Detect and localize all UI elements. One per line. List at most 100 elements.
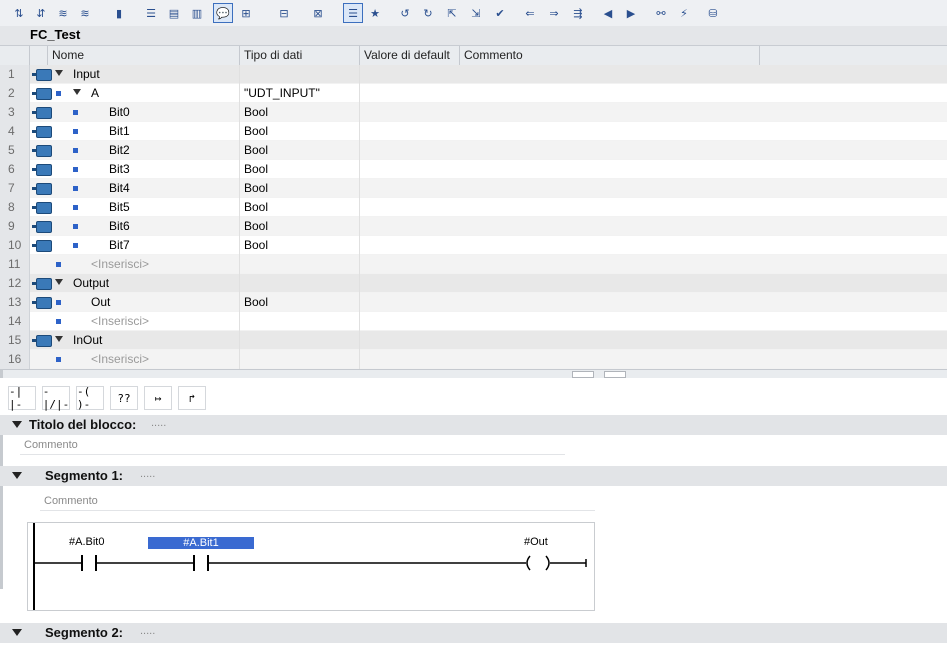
- clear-row-icon[interactable]: ≋: [76, 4, 94, 22]
- name-cell[interactable]: A: [91, 84, 240, 103]
- block-title-value[interactable]: .....: [151, 417, 166, 429]
- type-cell[interactable]: Bool: [240, 122, 360, 141]
- table-row[interactable]: 5 Bit2 Bool: [0, 141, 947, 160]
- collapse-icon[interactable]: [12, 421, 22, 428]
- segment-2-header[interactable]: Segmento 2: .....: [0, 623, 947, 643]
- download-icon[interactable]: ⇲: [467, 4, 485, 22]
- compare-offline-icon[interactable]: ↻: [419, 4, 437, 22]
- monitoring-icon[interactable]: ⚯: [652, 4, 670, 22]
- name-cell[interactable]: Bit1: [109, 122, 240, 141]
- open-branch-button[interactable]: ↦: [144, 386, 172, 410]
- database-icon[interactable]: ⛁: [704, 4, 722, 22]
- table-row[interactable]: 8 Bit5 Bool: [0, 198, 947, 217]
- absolute-address-icon[interactable]: ⊟: [275, 4, 293, 22]
- splitter-down-handle[interactable]: [604, 371, 626, 378]
- table-row[interactable]: 2 A "UDT_INPUT": [0, 84, 947, 103]
- compare-icon[interactable]: ↺: [396, 4, 414, 22]
- name-column-header[interactable]: Nome: [48, 46, 240, 65]
- comment-column-header[interactable]: Commento: [460, 46, 760, 65]
- segment-1-comment[interactable]: Commento: [40, 491, 595, 511]
- block-comment[interactable]: Commento: [20, 435, 565, 455]
- type-cell[interactable]: [240, 65, 360, 84]
- close-branch-button[interactable]: ↱: [178, 386, 206, 410]
- insert-row-icon[interactable]: ⇅: [10, 4, 28, 22]
- name-cell[interactable]: Bit5: [109, 198, 240, 217]
- insert-placeholder[interactable]: <Inserisci>: [91, 255, 240, 274]
- table-row[interactable]: 13 Out Bool: [0, 293, 947, 312]
- type-cell[interactable]: Bool: [240, 179, 360, 198]
- collapse-icon[interactable]: [55, 336, 63, 342]
- table-row[interactable]: 3 Bit0 Bool: [0, 103, 947, 122]
- contact-1-operand[interactable]: #A.Bit0: [69, 536, 104, 548]
- type-cell[interactable]: Bool: [240, 198, 360, 217]
- table-row[interactable]: 4 Bit1 Bool: [0, 122, 947, 141]
- name-cell[interactable]: Bit3: [109, 160, 240, 179]
- monitor-icon[interactable]: ▮: [110, 4, 128, 22]
- table-row[interactable]: 15 InOut: [0, 331, 947, 350]
- bookmark-prev-icon[interactable]: ◀: [599, 4, 617, 22]
- network-view-icon[interactable]: ▥: [188, 4, 206, 22]
- collapse-icon[interactable]: [55, 279, 63, 285]
- delete-row-icon[interactable]: ≋: [54, 4, 72, 22]
- tag-info-icon[interactable]: ⊠: [309, 4, 327, 22]
- name-cell[interactable]: Bit7: [109, 236, 240, 255]
- name-cell[interactable]: InOut: [73, 331, 240, 350]
- type-cell[interactable]: "UDT_INPUT": [240, 84, 360, 103]
- name-cell[interactable]: Bit0: [109, 103, 240, 122]
- table-row[interactable]: 11 <Inserisci>: [0, 255, 947, 274]
- type-cell[interactable]: Bool: [240, 293, 360, 312]
- table-row[interactable]: 1 Input: [0, 65, 947, 84]
- coil-operand[interactable]: #Out: [524, 536, 548, 548]
- segment-1-header[interactable]: Segmento 1: .....: [0, 466, 947, 486]
- insert-network-icon[interactable]: ⊞: [237, 4, 255, 22]
- step-prev-icon[interactable]: ⇐: [521, 4, 539, 22]
- name-cell[interactable]: Out: [91, 293, 240, 312]
- collapse-icon[interactable]: [12, 629, 22, 636]
- name-cell[interactable]: Input: [73, 65, 240, 84]
- type-cell[interactable]: Bool: [240, 236, 360, 255]
- bookmark-next-icon[interactable]: ▶: [622, 4, 640, 22]
- collapse-icon[interactable]: [55, 70, 63, 76]
- table-row[interactable]: 16 <Inserisci>: [0, 350, 947, 369]
- step-next-icon[interactable]: ⇒: [545, 4, 563, 22]
- table-row[interactable]: 12 Output: [0, 274, 947, 293]
- empty-box-button[interactable]: ??: [110, 386, 138, 410]
- type-column-header[interactable]: Tipo di dati: [240, 46, 360, 65]
- coil-button[interactable]: -( )-: [76, 385, 104, 411]
- table-row[interactable]: 9 Bit6 Bool: [0, 217, 947, 236]
- splitter-up-handle[interactable]: [572, 371, 594, 378]
- type-cell[interactable]: [240, 331, 360, 350]
- name-cell[interactable]: Bit2: [109, 141, 240, 160]
- nc-contact-button[interactable]: -|/|-: [42, 385, 70, 411]
- segment-1-title[interactable]: .....: [140, 468, 155, 480]
- comment-toggle-icon[interactable]: 💬: [213, 3, 233, 23]
- name-cell[interactable]: Output: [73, 274, 240, 293]
- insert-placeholder[interactable]: <Inserisci>: [91, 350, 240, 369]
- table-view-icon[interactable]: ▤: [165, 4, 183, 22]
- type-cell[interactable]: [240, 312, 360, 331]
- default-column-header[interactable]: Valore di default: [360, 46, 460, 65]
- collapse-icon[interactable]: [12, 472, 22, 479]
- type-cell[interactable]: Bool: [240, 103, 360, 122]
- type-cell[interactable]: [240, 274, 360, 293]
- table-row[interactable]: 6 Bit3 Bool: [0, 160, 947, 179]
- type-cell[interactable]: Bool: [240, 141, 360, 160]
- no-contact-button[interactable]: -| |-: [8, 385, 36, 411]
- segment-2-title[interactable]: .....: [140, 625, 155, 637]
- insert-placeholder[interactable]: <Inserisci>: [91, 312, 240, 331]
- online-icon[interactable]: ⚡: [675, 4, 693, 22]
- table-row[interactable]: 10 Bit7 Bool: [0, 236, 947, 255]
- network-expand-icon[interactable]: ☰: [343, 3, 363, 23]
- type-cell[interactable]: Bool: [240, 217, 360, 236]
- go-to-icon[interactable]: ⇱: [443, 4, 461, 22]
- favorites-icon[interactable]: ★: [366, 4, 384, 22]
- add-row-icon[interactable]: ⇵: [32, 4, 50, 22]
- name-cell[interactable]: Bit6: [109, 217, 240, 236]
- list-view-icon[interactable]: ☰: [142, 4, 160, 22]
- name-cell[interactable]: Bit4: [109, 179, 240, 198]
- contact-2-operand[interactable]: #A.Bit1: [148, 537, 254, 549]
- collapse-icon[interactable]: [73, 89, 81, 95]
- go-last-icon[interactable]: ⇶: [569, 4, 587, 22]
- type-cell[interactable]: [240, 350, 360, 369]
- type-cell[interactable]: [240, 255, 360, 274]
